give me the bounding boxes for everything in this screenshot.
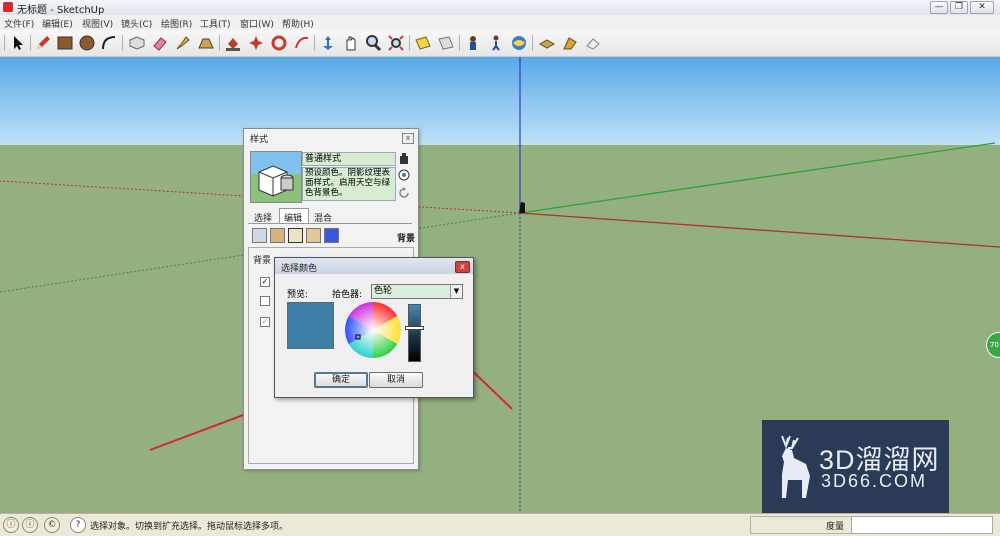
style-description-field[interactable]: 预设颜色。阴影纹理表面样式。启用天空与绿色背景色。 xyxy=(302,167,396,201)
rotate-icon[interactable] xyxy=(247,34,265,52)
menu-view[interactable]: 视图(V) xyxy=(82,17,113,30)
follow-me-icon[interactable] xyxy=(270,34,288,52)
menu-edit[interactable]: 编辑(E) xyxy=(42,17,73,30)
color-preview-swatch xyxy=(287,302,334,349)
update-style-icon[interactable] xyxy=(398,169,410,181)
color-picker-select[interactable]: 色轮 ▼ xyxy=(371,284,463,299)
look-around-icon[interactable] xyxy=(510,34,528,52)
red-axis xyxy=(519,212,1000,248)
eraser-icon[interactable] xyxy=(151,34,169,52)
arc-icon[interactable] xyxy=(100,34,118,52)
user-icon[interactable]: © xyxy=(44,517,60,533)
transparency-checkbox[interactable]: ✓ xyxy=(260,317,270,327)
toolbar-grip xyxy=(4,35,5,51)
menu-tools[interactable]: 工具(T) xyxy=(200,17,231,30)
style-thumbnail xyxy=(250,151,302,203)
push-pull-icon[interactable] xyxy=(128,34,146,52)
color-wheel[interactable] xyxy=(345,302,401,358)
color-dialog-title: 选择颜色 xyxy=(281,264,318,274)
position-camera-icon[interactable] xyxy=(464,34,482,52)
components-icon[interactable] xyxy=(538,34,556,52)
deer-logo-icon xyxy=(781,435,810,498)
status-message: 选择对象。切换到扩充选择。拖动鼠标选择多项。 xyxy=(90,522,289,532)
select-icon[interactable] xyxy=(9,34,27,52)
close-window-button[interactable]: ✕ xyxy=(970,1,994,14)
window-title: 无标题 - SketchUp xyxy=(17,5,105,16)
scale-icon[interactable] xyxy=(293,34,311,52)
menu-draw[interactable]: 绘图(R) xyxy=(161,17,192,30)
pencil-icon[interactable] xyxy=(34,34,52,52)
tab-divider xyxy=(248,223,412,224)
color-dialog-close-button[interactable]: x xyxy=(455,261,470,273)
walk-icon[interactable] xyxy=(487,34,505,52)
picker-label: 拾色器: xyxy=(332,290,363,300)
styles-panel-close-button[interactable]: x xyxy=(402,133,414,144)
style-name-field[interactable]: 普通样式 xyxy=(302,152,396,166)
edge-settings-icon[interactable] xyxy=(252,228,267,243)
tape-measure-icon[interactable] xyxy=(197,34,215,52)
minimize-button[interactable]: — xyxy=(930,1,948,14)
color-picker-value: 色轮 xyxy=(374,286,393,296)
help-icon[interactable]: ? xyxy=(70,517,86,533)
section-display-icon[interactable] xyxy=(437,34,455,52)
toolbar-separator xyxy=(30,35,31,51)
share-model-icon[interactable] xyxy=(584,34,602,52)
menu-help[interactable]: 帮助(H) xyxy=(282,17,314,30)
geo-location-icon[interactable]: ⓘ xyxy=(3,517,19,533)
zoom-icon[interactable] xyxy=(364,34,382,52)
cancel-button[interactable]: 取消 xyxy=(369,372,423,388)
toolbar-separator xyxy=(459,35,460,51)
create-style-icon[interactable] xyxy=(398,153,410,165)
background-settings-icon[interactable] xyxy=(288,228,303,243)
choose-color-dialog: 选择颜色 x 预览: 拾色器: 色轮 ▼ 确定 取消 xyxy=(274,257,474,398)
background-label: 背景 xyxy=(253,256,272,266)
refresh-icon[interactable] xyxy=(398,187,410,199)
green-axis xyxy=(519,142,996,214)
menu-camera[interactable]: 镜头(C) xyxy=(121,17,152,30)
menu-bar: 文件(F) 编辑(E) 视图(V) 镜头(C) 绘图(R) 工具(T) 窗口(W… xyxy=(0,15,1000,30)
ok-button[interactable]: 确定 xyxy=(314,372,368,388)
sketchup-app-icon xyxy=(3,2,13,12)
modeling-settings-icon[interactable] xyxy=(324,228,339,243)
watermark-settings-icon[interactable] xyxy=(306,228,321,243)
brightness-slider-handle[interactable] xyxy=(405,326,424,330)
toolbar-separator xyxy=(122,35,123,51)
chevron-down-icon[interactable]: ▼ xyxy=(450,285,462,298)
face-settings-icon[interactable] xyxy=(270,228,285,243)
credits-icon[interactable]: ⓘ xyxy=(22,517,38,533)
measurements-input[interactable] xyxy=(851,516,993,534)
zoom-extents-icon[interactable] xyxy=(387,34,405,52)
section-title: 背景 xyxy=(397,234,416,244)
orbit-icon[interactable] xyxy=(319,34,337,52)
restore-button[interactable]: ❐ xyxy=(950,1,968,14)
rectangle-icon[interactable] xyxy=(56,34,74,52)
toolbar-separator xyxy=(314,35,315,51)
watermark-logo: 3D溜溜网 3D66.COM xyxy=(762,420,949,515)
styles-panel-title: 样式 xyxy=(250,135,269,145)
main-toolbar xyxy=(0,30,1000,57)
menu-file[interactable]: 文件(F) xyxy=(4,17,34,30)
toolbar-separator xyxy=(219,35,220,51)
section-plane-icon[interactable] xyxy=(414,34,432,52)
toolbar-separator xyxy=(532,35,533,51)
pan-icon[interactable] xyxy=(342,34,360,52)
move-icon[interactable] xyxy=(174,34,192,52)
preview-label: 预览: xyxy=(287,290,309,300)
title-bar: 无标题 - SketchUp — ❐ ✕ xyxy=(0,0,1000,16)
brightness-slider[interactable] xyxy=(408,304,421,362)
circle-icon[interactable] xyxy=(78,34,96,52)
warehouse-icon[interactable] xyxy=(561,34,579,52)
ground-checkbox[interactable] xyxy=(260,296,270,306)
measurements-label: 度量 xyxy=(826,522,845,532)
status-bar: ⓘ ⓘ © ? 选择对象。切换到扩充选择。拖动鼠标选择多项。 度量 xyxy=(0,513,1000,536)
paint-bucket-icon[interactable] xyxy=(224,34,242,52)
sky-checkbox[interactable]: ✓ xyxy=(260,277,270,287)
toolbar-separator xyxy=(409,35,410,51)
menu-window[interactable]: 窗口(W) xyxy=(240,17,274,30)
watermark-url: 3D66.COM xyxy=(821,471,928,491)
